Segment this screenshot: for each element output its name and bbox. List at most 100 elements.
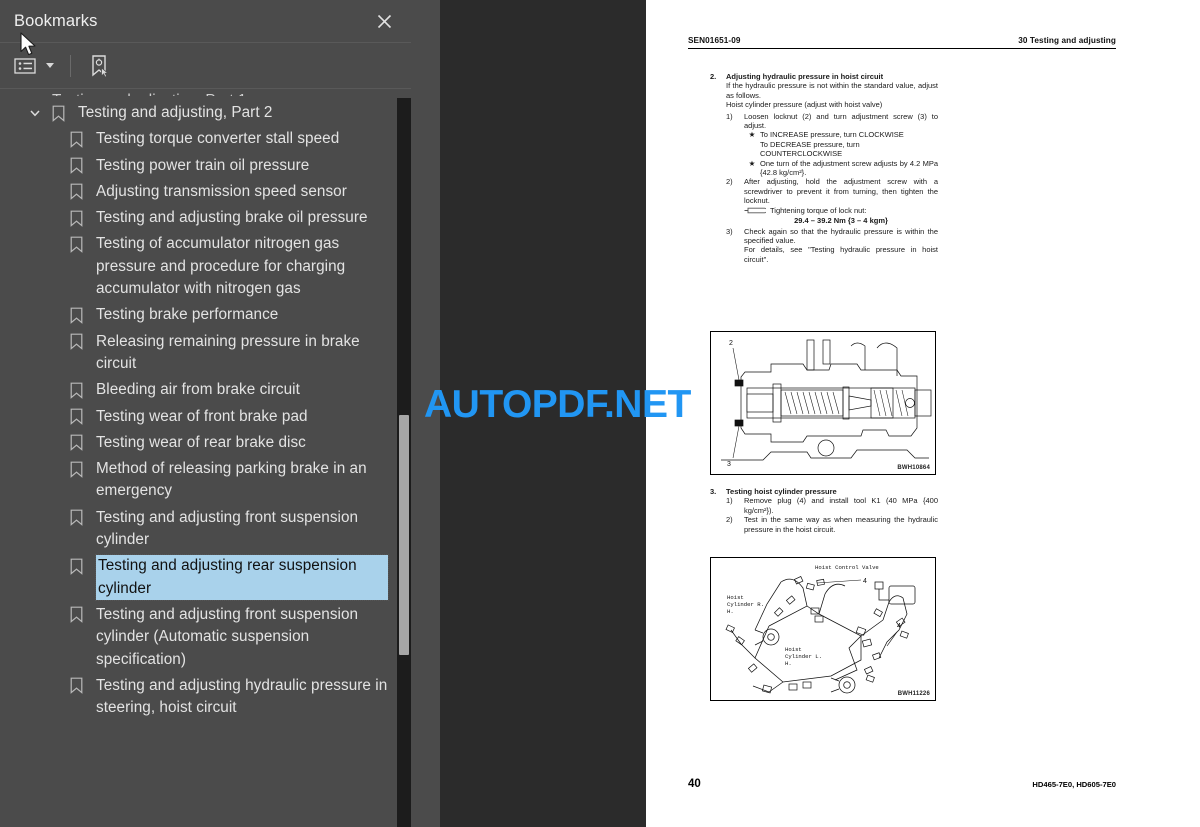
sidebar-item-adjusting-transmission-speed-sensor[interactable]: Adjusting transmission speed sensor	[0, 179, 411, 205]
new-bookmark-icon[interactable]	[87, 54, 111, 78]
step-extra-text: For details, see "Testing hydraulic pres…	[744, 245, 938, 264]
step-item: 2) After adjusting, hold the adjustment …	[726, 177, 938, 205]
sidebar-item-label: Testing power train oil pressure	[96, 156, 310, 174]
bookmark-icon	[66, 379, 86, 401]
bullet-text: To DECREASE pressure, turn COUNTERCLOCKW…	[760, 139, 860, 159]
sidebar-item-testing-adjusting-brake-oil-pressure[interactable]: Testing and adjusting brake oil pressure	[0, 205, 411, 231]
bullet-item: ★ One turn of the adjustment screw adjus…	[744, 159, 938, 178]
section-3: 3. Testing hoist cylinder pressure 1) Re…	[710, 487, 938, 534]
model-ids: HD465-7E0, HD605-7E0	[1032, 780, 1116, 789]
bookmarks-header: Bookmarks	[0, 0, 411, 43]
sidebar-item-testing-wear-front-brake-pad[interactable]: Testing wear of front brake pad	[0, 404, 411, 430]
chevron-down-icon[interactable]	[26, 102, 44, 124]
step-text: Test in the same way as when measuring t…	[744, 515, 938, 534]
sidebar-item-label: Testing torque converter stall speed	[96, 130, 340, 148]
bookmark-tree[interactable]: Testing and adjusting, Part 1 Testin	[0, 90, 411, 827]
sidebar-item-label: Testing and adjusting front suspension c…	[96, 605, 359, 668]
bookmark-icon	[66, 304, 86, 326]
section-intro: If the hydraulic pressure is not within …	[710, 81, 938, 100]
figure-id: BWH11226	[897, 691, 930, 697]
list-item-label: Testing and adjusting, Part 1	[52, 90, 246, 96]
step-text: Remove plug (4) and install tool K1 (40 …	[744, 496, 938, 515]
sidebar-item-bleeding-air-brake-circuit[interactable]: Bleeding air from brake circuit	[0, 377, 411, 403]
figure-label-hoist-control-valve: Hoist Control Valve	[815, 564, 879, 571]
bookmark-icon	[66, 675, 86, 697]
chevron-down-icon[interactable]	[46, 63, 54, 68]
bookmark-icon	[66, 555, 86, 577]
sidebar-item-releasing-remaining-pressure-brake-circuit[interactable]: Releasing remaining pressure in brake ci…	[0, 329, 411, 378]
viewer-canvas: SEN01651-09 30 Testing and adjusting 2. …	[440, 0, 1200, 827]
sidebar-item-label: Bleeding air from brake circuit	[96, 381, 300, 399]
sidebar-item-testing-torque-converter-stall-speed[interactable]: Testing torque converter stall speed	[0, 126, 411, 152]
step-item: 1) Remove plug (4) and install tool K1 (…	[726, 496, 938, 515]
svg-text:2: 2	[729, 340, 733, 347]
section-intro-2: Hoist cylinder pressure (adjust with hoi…	[710, 100, 938, 109]
sidebar-item-label: Testing and adjusting, Part 2	[78, 104, 273, 121]
bookmarks-toolbar	[0, 43, 411, 89]
figure-hoist-piping-layout: 4 4 Hoist Control Valve Hoist Cylinder R…	[710, 557, 936, 701]
torque-value: 29.4 – 39.2 Nm {3 – 4 kgm}	[794, 216, 888, 226]
step-text: Loosen locknut (2) and turn adjustment s…	[744, 111, 938, 131]
sidebar-scrollbar-thumb[interactable]	[399, 415, 409, 655]
svg-text:3: 3	[727, 461, 731, 468]
chevron-right-icon[interactable]	[0, 90, 18, 96]
document-footer: 40 HD465-7E0, HD605-7E0	[688, 778, 1116, 790]
pdf-page: SEN01651-09 30 Testing and adjusting 2. …	[646, 0, 1200, 827]
step-number: 2)	[726, 515, 733, 525]
close-icon[interactable]	[371, 8, 397, 34]
document-header: SEN01651-09 30 Testing and adjusting	[688, 36, 1116, 49]
sidebar-item-testing-adjusting-front-suspension-cylinder[interactable]: Testing and adjusting front suspension c…	[0, 505, 411, 554]
sidebar-item-method-releasing-parking-brake-emergency[interactable]: Method of releasing parking brake in an …	[0, 456, 411, 505]
sidebar-item-testing-adjusting-rear-suspension-cylinder[interactable]: Testing and adjusting rear suspension cy…	[0, 553, 411, 602]
sidebar-item-label: Testing and adjusting front suspension c…	[96, 508, 359, 549]
sidebar-item-label: Testing and adjusting brake oil pressure	[96, 209, 368, 227]
torque-label: Tightening torque of lock nut:	[770, 205, 867, 215]
page-title: Bookmarks	[14, 11, 98, 30]
sidebar-item-label: Testing of accumulator nitrogen gas pres…	[96, 235, 346, 298]
figure-hoist-valve-cross-section: 2 3 BWH10864	[710, 331, 936, 475]
sidebar-item-label: Testing brake performance	[96, 306, 279, 324]
torque-spec: Tightening torque of lock nut:	[744, 206, 938, 215]
step-text: Check again so that the hydraulic pressu…	[744, 226, 938, 245]
sidebar-item-testing-power-train-oil-pressure[interactable]: Testing power train oil pressure	[0, 153, 411, 179]
section-heading: 2. Adjusting hydraulic pressure in hoist…	[710, 72, 938, 81]
bookmark-icon	[66, 406, 86, 428]
step-number: 3)	[726, 226, 733, 236]
sidebar-item-testing-adjusting-front-suspension-cylinder-automatic[interactable]: Testing and adjusting front suspension c…	[0, 602, 411, 673]
document-body: 2. Adjusting hydraulic pressure in hoist…	[710, 72, 938, 264]
sidebar-item-label: Method of releasing parking brake in an …	[96, 460, 367, 500]
sidebar-item-testing-adjusting-part-2[interactable]: Testing and adjusting, Part 2	[0, 100, 411, 126]
step-number: 1)	[726, 496, 733, 506]
bookmark-icon	[66, 181, 86, 203]
sidebar-item-label: Testing wear of rear brake disc	[96, 433, 306, 451]
sidebar-item-testing-accumulator-nitrogen-gas[interactable]: Testing of accumulator nitrogen gas pres…	[0, 231, 411, 302]
section-title: Adjusting hydraulic pressure in hoist ci…	[726, 72, 884, 81]
step-extra: For details, see "Testing hydraulic pres…	[726, 245, 938, 264]
list-options-icon[interactable]	[14, 57, 36, 75]
section-title: Testing hoist cylinder pressure	[726, 487, 837, 496]
document-viewer: SEN01651-09 30 Testing and adjusting 2. …	[411, 0, 1200, 827]
bookmark-icon	[66, 432, 86, 454]
svg-text:4: 4	[897, 623, 901, 630]
star-icon: ★	[748, 158, 756, 168]
sidebar-item-testing-adjusting-hydraulic-pressure-steering-hoist[interactable]: Testing and adjusting hydraulic pressure…	[0, 673, 411, 722]
list-item-partial[interactable]: Testing and adjusting, Part 1	[0, 90, 411, 96]
sidebar-item-testing-brake-performance[interactable]: Testing brake performance	[0, 302, 411, 328]
bookmark-icon	[48, 102, 68, 124]
bookmark-icon	[66, 507, 86, 529]
svg-text:4: 4	[863, 578, 867, 585]
bookmark-icon	[66, 233, 86, 255]
bullet-text: One turn of the adjustment screw adjusts…	[760, 158, 938, 178]
sidebar-item-label: Adjusting transmission speed sensor	[96, 182, 347, 200]
bookmark-icon	[66, 604, 86, 626]
sidebar-item-testing-wear-rear-brake-disc[interactable]: Testing wear of rear brake disc	[0, 430, 411, 456]
pdf-reader-window: Bookmarks Testing and adjusting, Part 2 …	[0, 0, 1200, 827]
step-item: 3) Check again so that the hydraulic pre…	[726, 227, 938, 246]
bookmark-icon	[66, 155, 86, 177]
page-number: 40	[688, 778, 701, 790]
star-icon: ★	[748, 130, 756, 140]
bookmarks-sidebar: Bookmarks Testing and adjusting, Part 2 …	[0, 0, 411, 827]
sidebar-item-label: Testing wear of front brake pad	[96, 407, 308, 425]
